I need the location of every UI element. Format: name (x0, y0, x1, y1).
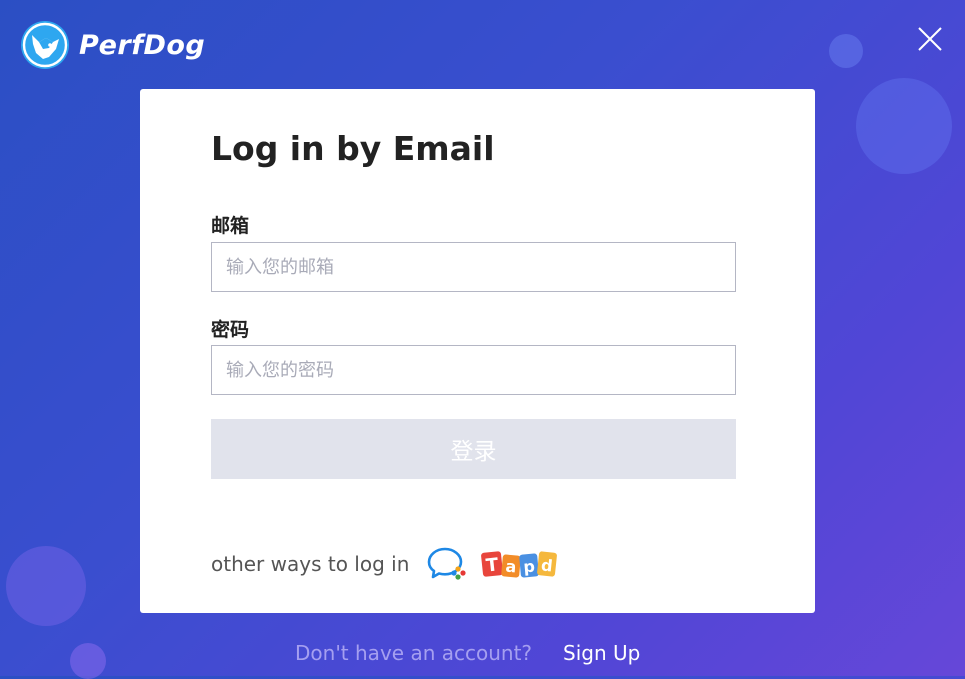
decorative-bubble (856, 78, 952, 174)
sign-up-link[interactable]: Sign Up (563, 641, 640, 665)
email-label: 邮箱 (211, 215, 250, 237)
login-card: Log in by Email 邮箱 密码 登录 other ways to l… (140, 89, 815, 613)
tapd-logo-icon: T a p d (481, 551, 558, 578)
wecom-chat-icon (428, 547, 466, 580)
other-login-label: other ways to log in (211, 552, 410, 576)
tapd-login-button[interactable]: T a p d (480, 546, 558, 582)
svg-text:p: p (523, 557, 536, 577)
password-input[interactable] (211, 345, 736, 395)
no-account-prompt: Don't have an account? (295, 641, 533, 665)
brand-header: PerfDog (19, 18, 205, 72)
decorative-bubble (6, 546, 86, 626)
page-title: Log in by Email (211, 129, 495, 168)
close-button[interactable] (914, 23, 946, 55)
fox-logo-icon (21, 21, 69, 69)
wecom-login-button[interactable] (427, 546, 469, 582)
brand-name: PerfDog (79, 29, 206, 61)
password-label: 密码 (211, 319, 250, 341)
decorative-bubble (70, 643, 106, 679)
email-input[interactable] (211, 242, 736, 292)
login-button[interactable]: 登录 (211, 419, 736, 479)
other-login-methods: other ways to log in T a p d (211, 546, 558, 582)
signup-footer: Don't have an account? Sign Up (295, 638, 640, 668)
svg-text:a: a (505, 557, 517, 577)
decorative-bubble (829, 34, 863, 68)
svg-text:d: d (541, 555, 554, 575)
close-icon (918, 27, 942, 51)
